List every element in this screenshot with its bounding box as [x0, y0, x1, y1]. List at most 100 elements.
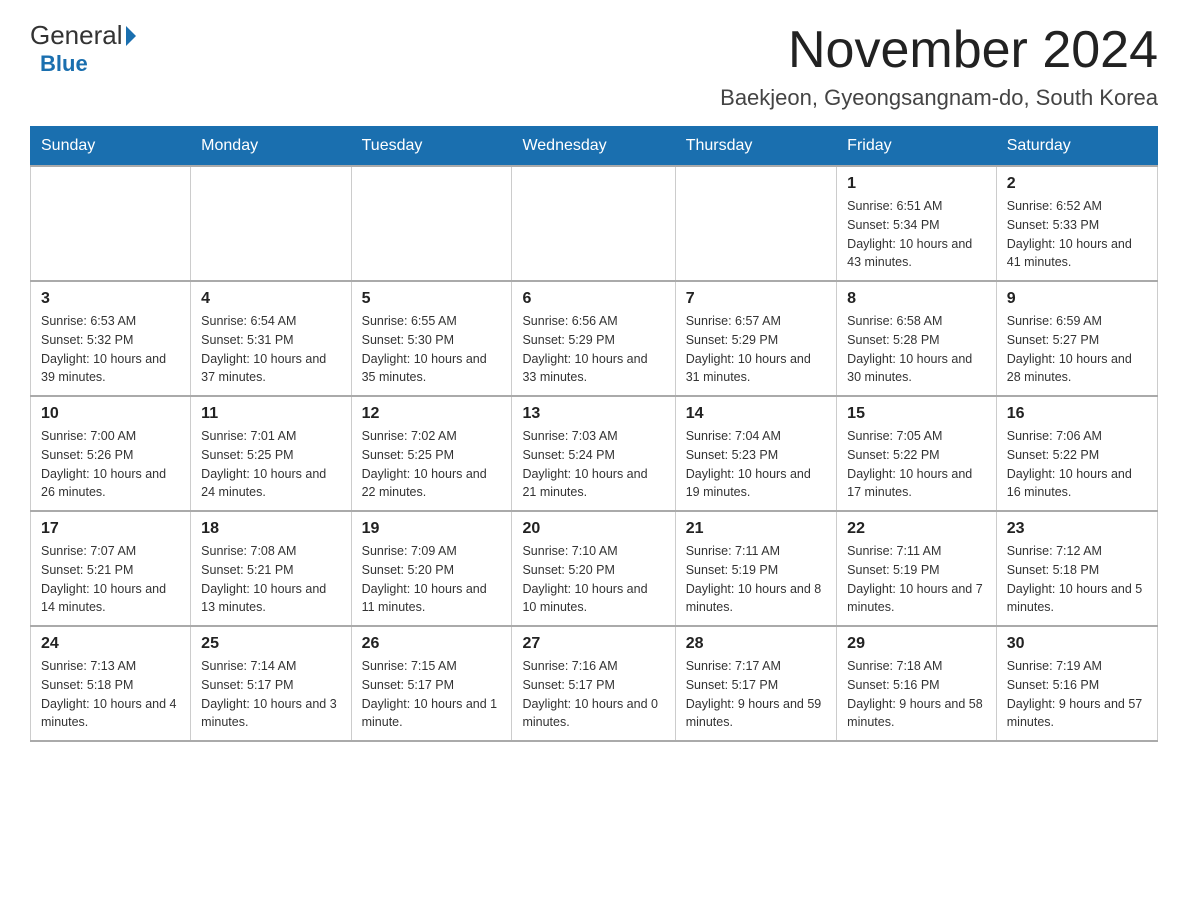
day-number: 5 [362, 290, 502, 308]
day-info: Sunrise: 7:06 AMSunset: 5:22 PMDaylight:… [1007, 427, 1147, 502]
day-number: 12 [362, 405, 502, 423]
calendar-day-cell: 26 Sunrise: 7:15 AMSunset: 5:17 PMDayligh… [351, 626, 512, 741]
day-number: 15 [847, 405, 986, 423]
day-number: 24 [41, 635, 180, 653]
day-info: Sunrise: 7:03 AMSunset: 5:24 PMDaylight:… [522, 427, 664, 502]
day-info: Sunrise: 6:52 AMSunset: 5:33 PMDaylight:… [1007, 197, 1147, 272]
calendar-header-row: SundayMondayTuesdayWednesdayThursdayFrid… [31, 127, 1158, 167]
day-number: 20 [522, 520, 664, 538]
day-number: 1 [847, 175, 986, 193]
day-number: 25 [201, 635, 340, 653]
logo-general: General [30, 20, 123, 51]
calendar-day-cell [675, 166, 836, 281]
day-info: Sunrise: 7:15 AMSunset: 5:17 PMDaylight:… [362, 657, 502, 732]
day-info: Sunrise: 6:51 AMSunset: 5:34 PMDaylight:… [847, 197, 986, 272]
day-number: 6 [522, 290, 664, 308]
calendar-week-row: 17 Sunrise: 7:07 AMSunset: 5:21 PMDayligh… [31, 511, 1158, 626]
day-info: Sunrise: 7:09 AMSunset: 5:20 PMDaylight:… [362, 542, 502, 617]
calendar-day-cell: 16Sunrise: 7:06 AMSunset: 5:22 PMDayligh… [996, 396, 1157, 511]
day-number: 17 [41, 520, 180, 538]
day-info: Sunrise: 7:04 AMSunset: 5:23 PMDaylight:… [686, 427, 826, 502]
calendar-day-cell [512, 166, 675, 281]
calendar-day-cell: 4Sunrise: 6:54 AMSunset: 5:31 PMDaylight… [191, 281, 351, 396]
calendar-day-cell [191, 166, 351, 281]
day-info: Sunrise: 6:58 AMSunset: 5:28 PMDaylight:… [847, 312, 986, 387]
day-number: 29 [847, 635, 986, 653]
day-info: Sunrise: 6:56 AMSunset: 5:29 PMDaylight:… [522, 312, 664, 387]
logo: General Blue [30, 20, 139, 77]
calendar-week-row: 24Sunrise: 7:13 AMSunset: 5:18 PMDayligh… [31, 626, 1158, 741]
calendar-day-cell: 24Sunrise: 7:13 AMSunset: 5:18 PMDayligh… [31, 626, 191, 741]
day-number: 21 [686, 520, 826, 538]
calendar-day-cell: 25 Sunrise: 7:14 AMSunset: 5:17 PMDayligh… [191, 626, 351, 741]
day-number: 26 [362, 635, 502, 653]
calendar-header-thursday: Thursday [675, 127, 836, 167]
logo-triangle-icon [126, 26, 136, 46]
day-number: 2 [1007, 175, 1147, 193]
location-title: Baekjeon, Gyeongsangnam-do, South Korea [720, 85, 1158, 111]
logo-text: General [30, 20, 139, 51]
calendar-header-sunday: Sunday [31, 127, 191, 167]
day-number: 10 [41, 405, 180, 423]
logo-blue-label: Blue [40, 51, 88, 76]
calendar-day-cell: 5 Sunrise: 6:55 AMSunset: 5:30 PMDaylight… [351, 281, 512, 396]
calendar-day-cell: 21 Sunrise: 7:11 AMSunset: 5:19 PMDayligh… [675, 511, 836, 626]
calendar-day-cell: 6 Sunrise: 6:56 AMSunset: 5:29 PMDaylight… [512, 281, 675, 396]
day-info: Sunrise: 7:11 AMSunset: 5:19 PMDaylight:… [847, 542, 986, 617]
calendar-day-cell: 8 Sunrise: 6:58 AMSunset: 5:28 PMDaylight… [837, 281, 997, 396]
calendar-day-cell: 12 Sunrise: 7:02 AMSunset: 5:25 PMDayligh… [351, 396, 512, 511]
calendar-day-cell: 20 Sunrise: 7:10 AMSunset: 5:20 PMDayligh… [512, 511, 675, 626]
day-info: Sunrise: 6:59 AMSunset: 5:27 PMDaylight:… [1007, 312, 1147, 387]
day-number: 18 [201, 520, 340, 538]
day-info: Sunrise: 6:54 AMSunset: 5:31 PMDaylight:… [201, 312, 340, 387]
day-info: Sunrise: 7:08 AMSunset: 5:21 PMDaylight:… [201, 542, 340, 617]
calendar-day-cell: 17 Sunrise: 7:07 AMSunset: 5:21 PMDayligh… [31, 511, 191, 626]
title-area: November 2024 Baekjeon, Gyeongsangnam-do… [720, 20, 1158, 111]
calendar-header-wednesday: Wednesday [512, 127, 675, 167]
calendar-day-cell: 11 Sunrise: 7:01 AMSunset: 5:25 PMDayligh… [191, 396, 351, 511]
day-number: 13 [522, 405, 664, 423]
day-info: Sunrise: 7:10 AMSunset: 5:20 PMDaylight:… [522, 542, 664, 617]
calendar-header-friday: Friday [837, 127, 997, 167]
day-number: 22 [847, 520, 986, 538]
day-number: 7 [686, 290, 826, 308]
calendar-week-row: 10 Sunrise: 7:00 AMSunset: 5:26 PMDayligh… [31, 396, 1158, 511]
day-number: 19 [362, 520, 502, 538]
day-info: Sunrise: 7:14 AMSunset: 5:17 PMDaylight:… [201, 657, 340, 732]
calendar-day-cell: 13 Sunrise: 7:03 AMSunset: 5:24 PMDayligh… [512, 396, 675, 511]
calendar-day-cell: 30Sunrise: 7:19 AMSunset: 5:16 PMDayligh… [996, 626, 1157, 741]
calendar-day-cell [351, 166, 512, 281]
day-info: Sunrise: 7:07 AMSunset: 5:21 PMDaylight:… [41, 542, 180, 617]
day-number: 9 [1007, 290, 1147, 308]
day-info: Sunrise: 6:55 AMSunset: 5:30 PMDaylight:… [362, 312, 502, 387]
page-header: General Blue November 2024 Baekjeon, Gye… [30, 20, 1158, 111]
day-info: Sunrise: 6:57 AMSunset: 5:29 PMDaylight:… [686, 312, 826, 387]
day-info: Sunrise: 7:11 AMSunset: 5:19 PMDaylight:… [686, 542, 826, 617]
month-title: November 2024 [720, 20, 1158, 80]
calendar-header-saturday: Saturday [996, 127, 1157, 167]
calendar-day-cell: 27 Sunrise: 7:16 AMSunset: 5:17 PMDayligh… [512, 626, 675, 741]
calendar-table: SundayMondayTuesdayWednesdayThursdayFrid… [30, 126, 1158, 742]
day-number: 14 [686, 405, 826, 423]
day-info: Sunrise: 7:18 AMSunset: 5:16 PMDaylight:… [847, 657, 986, 732]
calendar-day-cell: 9 Sunrise: 6:59 AMSunset: 5:27 PMDaylight… [996, 281, 1157, 396]
day-number: 8 [847, 290, 986, 308]
day-number: 3 [41, 290, 180, 308]
calendar-day-cell: 15Sunrise: 7:05 AMSunset: 5:22 PMDayligh… [837, 396, 997, 511]
day-info: Sunrise: 7:01 AMSunset: 5:25 PMDaylight:… [201, 427, 340, 502]
calendar-day-cell: 28Sunrise: 7:17 AMSunset: 5:17 PMDayligh… [675, 626, 836, 741]
calendar-day-cell: 22 Sunrise: 7:11 AMSunset: 5:19 PMDayligh… [837, 511, 997, 626]
day-number: 30 [1007, 635, 1147, 653]
calendar-week-row: 3 Sunrise: 6:53 AMSunset: 5:32 PMDaylight… [31, 281, 1158, 396]
calendar-day-cell: 18 Sunrise: 7:08 AMSunset: 5:21 PMDayligh… [191, 511, 351, 626]
day-info: Sunrise: 7:17 AMSunset: 5:17 PMDaylight:… [686, 657, 826, 732]
day-info: Sunrise: 6:53 AMSunset: 5:32 PMDaylight:… [41, 312, 180, 387]
day-number: 11 [201, 405, 340, 423]
calendar-day-cell: 10 Sunrise: 7:00 AMSunset: 5:26 PMDayligh… [31, 396, 191, 511]
day-info: Sunrise: 7:16 AMSunset: 5:17 PMDaylight:… [522, 657, 664, 732]
day-number: 27 [522, 635, 664, 653]
calendar-day-cell: 2 Sunrise: 6:52 AMSunset: 5:33 PMDaylight… [996, 166, 1157, 281]
day-info: Sunrise: 7:00 AMSunset: 5:26 PMDaylight:… [41, 427, 180, 502]
calendar-day-cell: 1 Sunrise: 6:51 AMSunset: 5:34 PMDaylight… [837, 166, 997, 281]
day-info: Sunrise: 7:02 AMSunset: 5:25 PMDaylight:… [362, 427, 502, 502]
